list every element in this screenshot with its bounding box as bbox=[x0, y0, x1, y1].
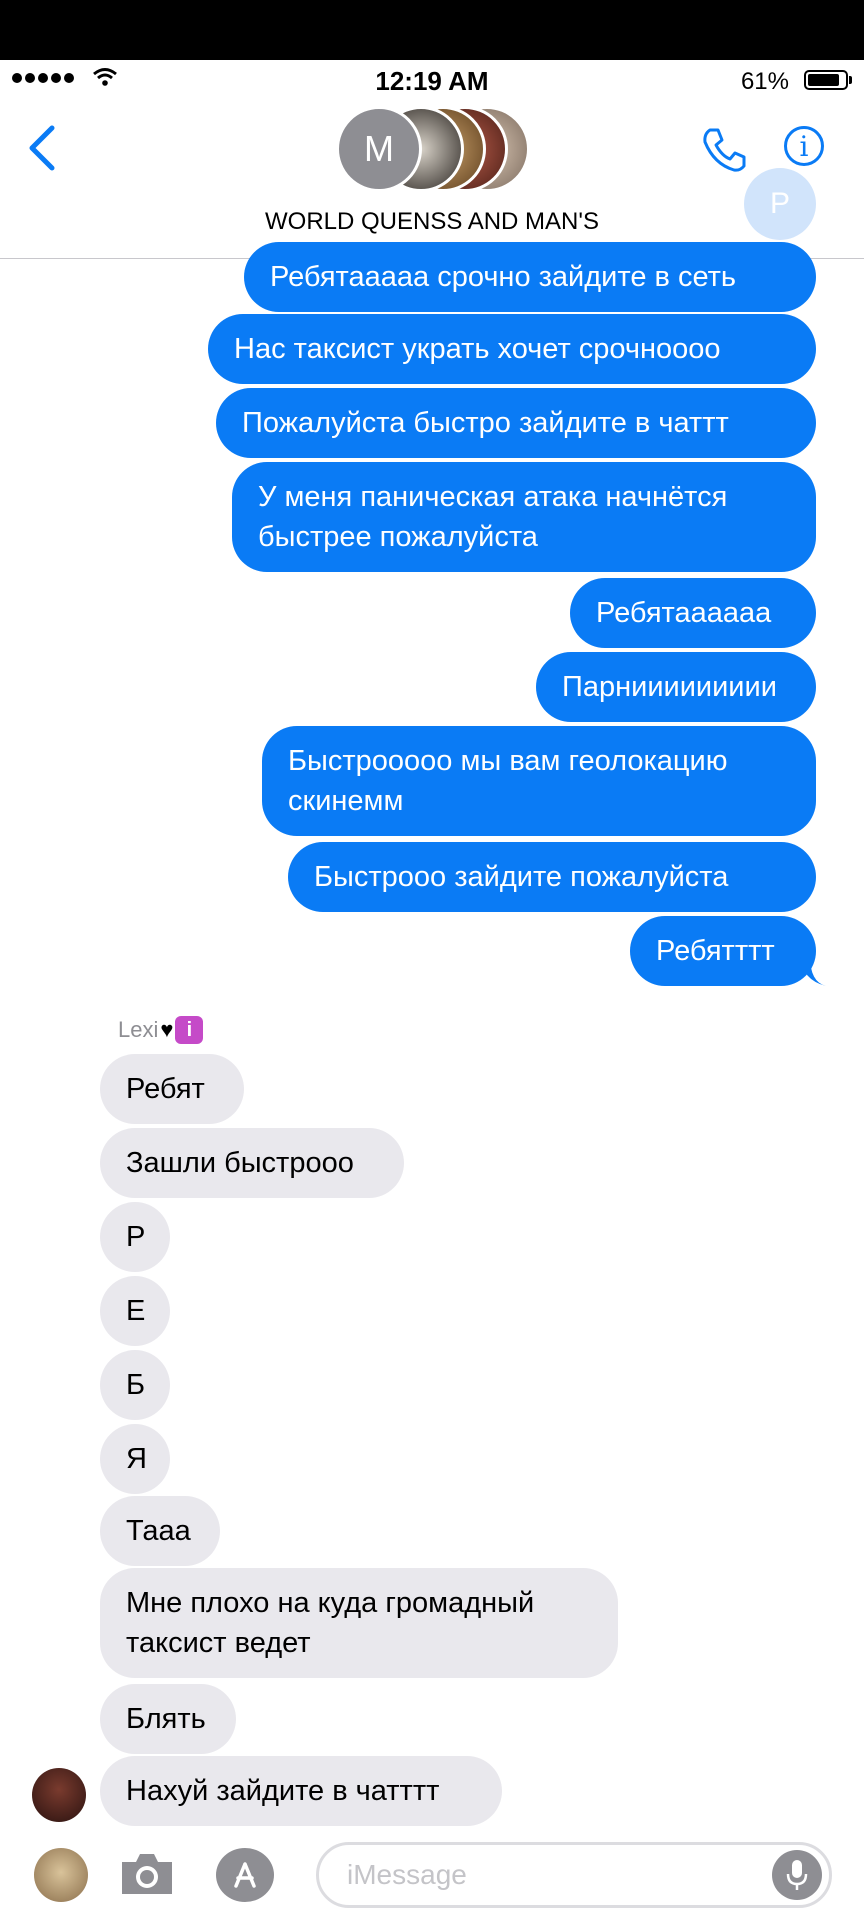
phone-icon[interactable] bbox=[700, 126, 748, 174]
info-emoji: i bbox=[175, 1016, 204, 1044]
microphone-icon[interactable] bbox=[772, 1850, 822, 1900]
camera-icon[interactable] bbox=[118, 1850, 176, 1898]
incoming-message[interactable]: Нахуй зайдите в чатттт bbox=[100, 1756, 502, 1826]
incoming-message[interactable]: Тааа bbox=[100, 1496, 220, 1566]
top-black-bar bbox=[0, 0, 864, 60]
group-avatar-initial: M bbox=[336, 106, 422, 192]
outgoing-message[interactable]: У меня паническая атака начнётся быстрее… bbox=[232, 462, 816, 572]
battery-percentage: 61% bbox=[740, 68, 789, 95]
incoming-message[interactable]: Блять bbox=[100, 1684, 236, 1754]
incoming-message[interactable]: Ребят bbox=[100, 1054, 244, 1124]
sender-avatar[interactable] bbox=[32, 1768, 86, 1822]
incoming-message[interactable]: Зашли быстрооо bbox=[100, 1128, 404, 1198]
compose-bar bbox=[0, 1832, 864, 1920]
memoji-avatar[interactable] bbox=[34, 1848, 88, 1902]
incoming-message[interactable]: Б bbox=[100, 1350, 170, 1420]
info-icon[interactable]: i bbox=[784, 126, 824, 166]
outgoing-message[interactable]: Нас таксист украть хочет срочнoooo bbox=[208, 314, 816, 384]
imessage-input[interactable] bbox=[316, 1842, 832, 1908]
typing-avatar: P bbox=[744, 168, 816, 240]
black-heart-emoji: ♥ bbox=[160, 1017, 174, 1042]
incoming-message[interactable]: Е bbox=[100, 1276, 170, 1346]
group-name[interactable]: WORLD QUENSS AND MAN'S bbox=[0, 208, 864, 236]
incoming-message[interactable]: Я bbox=[100, 1424, 170, 1494]
incoming-message[interactable]: Мне плохо на куда громадный таксист веде… bbox=[100, 1568, 618, 1678]
status-bar: 12:19 AM 61% bbox=[0, 60, 864, 104]
conversation-header: M WORLD QUENSS AND MAN'S i bbox=[0, 104, 864, 259]
group-avatars[interactable]: M bbox=[330, 104, 530, 196]
outgoing-message[interactable]: Ребятаааааа bbox=[570, 578, 816, 648]
battery-icon bbox=[804, 70, 848, 90]
app-store-icon[interactable] bbox=[216, 1848, 274, 1902]
outgoing-message[interactable]: Парниииииииии bbox=[536, 652, 816, 722]
outgoing-message[interactable]: Пожалуйста быстро зайдите в чаттт bbox=[216, 388, 816, 458]
outgoing-message[interactable]: Ребятттт bbox=[630, 916, 816, 986]
outgoing-tail bbox=[800, 956, 826, 986]
status-time: 12:19 AM bbox=[375, 66, 489, 96]
incoming-message[interactable]: Р bbox=[100, 1202, 170, 1272]
outgoing-message[interactable]: Ребятааааа срочно зайдите в сеть bbox=[244, 242, 816, 312]
back-chevron-icon[interactable] bbox=[26, 124, 58, 172]
outgoing-message[interactable]: Быстрооо зайдите пожалуйста bbox=[288, 842, 816, 912]
sender-label: Lexi bbox=[118, 1017, 159, 1042]
sender-name: Lexi ♥ i bbox=[118, 1016, 204, 1044]
outgoing-message[interactable]: Быстроoooo мы вам геолокацию скинемм bbox=[262, 726, 816, 836]
